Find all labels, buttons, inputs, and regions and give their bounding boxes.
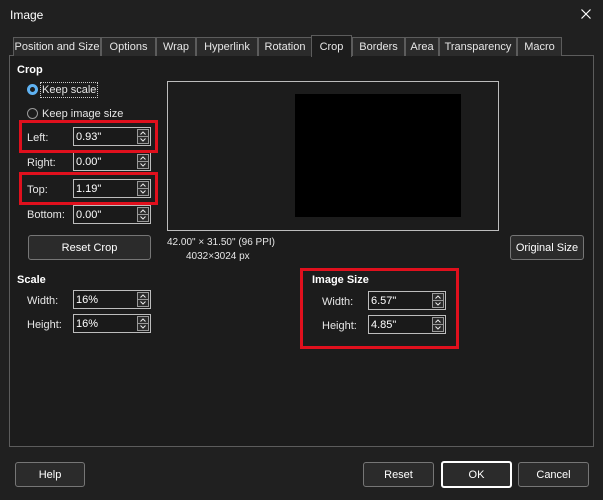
tab-hyperlink[interactable]: Hyperlink	[196, 37, 258, 56]
chevron-up-icon	[140, 209, 146, 213]
crop-bottom-input[interactable]	[76, 207, 134, 222]
crop-left-increment[interactable]	[138, 130, 148, 137]
scale-height-spinbox[interactable]	[73, 314, 151, 333]
original-size-button[interactable]: Original Size	[510, 235, 584, 260]
chevron-up-icon	[140, 318, 146, 322]
crop-top-spinbox[interactable]	[73, 179, 151, 198]
cancel-button[interactable]: Cancel	[518, 462, 589, 487]
scale-height-label: Height:	[27, 319, 62, 331]
keep-scale-label[interactable]: Keep scale	[39, 82, 99, 98]
image-height-input[interactable]	[371, 317, 429, 332]
chevron-up-icon	[140, 183, 146, 187]
crop-top-input[interactable]	[76, 181, 134, 196]
scale-height-decrement[interactable]	[138, 324, 148, 330]
chevron-down-icon	[435, 302, 441, 306]
crop-top-increment[interactable]	[138, 182, 148, 189]
image-width-increment[interactable]	[433, 294, 443, 301]
tab-borders[interactable]: Borders	[352, 37, 405, 56]
scale-width-increment[interactable]	[138, 293, 148, 300]
help-button[interactable]: Help	[15, 462, 85, 487]
crop-left-spinbox[interactable]	[73, 127, 151, 146]
scale-height-input[interactable]	[76, 316, 134, 331]
image-height-increment[interactable]	[433, 318, 443, 325]
scale-height-increment[interactable]	[138, 317, 148, 324]
tab-transparency[interactable]: Transparency	[439, 37, 517, 56]
crop-right-label: Right:	[27, 157, 56, 169]
keep-image-size-label[interactable]: Keep image size	[42, 108, 123, 120]
crop-bottom-spinbox[interactable]	[73, 205, 151, 224]
image-size-heading: Image Size	[312, 274, 369, 286]
image-width-spinbox[interactable]	[368, 291, 446, 310]
crop-bottom-decrement[interactable]	[138, 215, 148, 221]
image-size-info: 42.00" × 31.50" (96 PPI)	[167, 237, 276, 248]
crop-left-input[interactable]	[76, 129, 134, 144]
chevron-down-icon	[140, 301, 146, 305]
ok-button[interactable]: OK	[441, 461, 512, 488]
tab-area[interactable]: Area	[405, 37, 439, 56]
crop-bottom-increment[interactable]	[138, 208, 148, 215]
scale-width-input[interactable]	[76, 292, 134, 307]
crop-right-input[interactable]	[76, 154, 134, 169]
image-pixel-info: 4032×3024 px	[186, 251, 250, 262]
chevron-down-icon	[140, 325, 146, 329]
image-height-label: Height:	[322, 320, 357, 332]
chevron-down-icon	[140, 190, 146, 194]
crop-right-decrement[interactable]	[138, 162, 148, 168]
tab-crop[interactable]: Crop	[311, 35, 352, 57]
chevron-up-icon	[140, 156, 146, 160]
image-height-decrement[interactable]	[433, 325, 443, 331]
tab-macro[interactable]: Macro	[517, 37, 562, 56]
preview-image	[295, 94, 461, 217]
image-width-label: Width:	[322, 296, 354, 308]
image-width-input[interactable]	[371, 293, 429, 308]
chevron-up-icon	[435, 295, 441, 299]
crop-top-decrement[interactable]	[138, 189, 148, 195]
chevron-up-icon	[140, 294, 146, 298]
chevron-up-icon	[435, 319, 441, 323]
scale-width-label: Width:	[27, 295, 59, 307]
window-title: Image	[10, 8, 44, 22]
chevron-up-icon	[140, 131, 146, 135]
tab-position-and-size[interactable]: Position and Size	[13, 37, 101, 56]
crop-bottom-label: Bottom:	[27, 209, 65, 221]
close-button[interactable]	[572, 2, 600, 26]
keep-scale-radio[interactable]	[27, 84, 38, 95]
crop-right-increment[interactable]	[138, 155, 148, 162]
reset-crop-button[interactable]: Reset Crop	[28, 235, 151, 260]
scale-heading: Scale	[17, 274, 46, 286]
keep-image-size-radio[interactable]	[27, 108, 38, 119]
scale-width-spinbox[interactable]	[73, 290, 151, 309]
crop-left-decrement[interactable]	[138, 137, 148, 143]
image-height-spinbox[interactable]	[368, 315, 446, 334]
tab-rotation[interactable]: Rotation	[258, 37, 312, 56]
scale-width-decrement[interactable]	[138, 300, 148, 306]
crop-top-label: Top:	[27, 184, 48, 196]
crop-left-label: Left:	[27, 132, 49, 144]
image-width-decrement[interactable]	[433, 301, 443, 307]
crop-preview	[167, 81, 499, 231]
close-icon	[581, 9, 591, 19]
crop-right-spinbox[interactable]	[73, 152, 151, 171]
title-bar: Image	[0, 0, 603, 28]
tab-options[interactable]: Options	[101, 37, 156, 56]
crop-heading: Crop	[17, 64, 43, 76]
tab-wrap[interactable]: Wrap	[156, 37, 196, 56]
chevron-down-icon	[435, 326, 441, 330]
chevron-down-icon	[140, 216, 146, 220]
chevron-down-icon	[140, 138, 146, 142]
chevron-down-icon	[140, 163, 146, 167]
reset-button[interactable]: Reset	[363, 462, 434, 487]
